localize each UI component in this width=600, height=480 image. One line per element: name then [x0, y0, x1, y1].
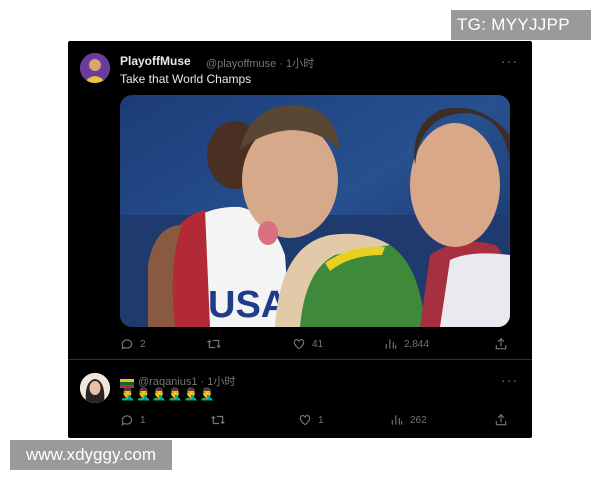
reply-button[interactable]: 2	[120, 337, 146, 351]
reply-views-button[interactable]: 262	[390, 413, 427, 427]
thread-divider	[68, 359, 532, 360]
tweet-media-image[interactable]: USA	[120, 95, 510, 327]
reply-reply-count: 1	[140, 414, 146, 426]
author-avatar[interactable]	[80, 53, 110, 83]
reply-share-button[interactable]	[494, 413, 508, 427]
tweet-actions: 2 41 2,844	[120, 337, 516, 353]
retweet-icon	[207, 339, 221, 349]
tweet-text: Take that World Champs	[120, 72, 252, 86]
like-icon	[299, 415, 311, 426]
reply-more-icon[interactable]: ···	[501, 372, 518, 388]
views-icon	[385, 339, 397, 349]
views-icon	[391, 415, 403, 425]
reply-avatar[interactable]	[80, 373, 110, 403]
reply-count: 2	[140, 338, 146, 350]
author-name[interactable]: PlayoffMuse	[120, 54, 191, 68]
more-icon[interactable]: ···	[501, 53, 518, 69]
watermark-bottom: www.xdyggy.com	[10, 440, 172, 470]
share-icon	[495, 337, 507, 350]
like-button[interactable]: 41	[292, 337, 323, 351]
reply-reply-button[interactable]: 1	[120, 413, 146, 427]
reply-like-count: 1	[318, 414, 324, 426]
share-icon	[495, 413, 507, 426]
reply-retweet-button[interactable]	[210, 413, 232, 427]
retweet-button[interactable]	[206, 337, 228, 351]
reply-icon	[121, 339, 133, 350]
reply-like-button[interactable]: 1	[298, 413, 324, 427]
retweet-icon	[211, 415, 225, 425]
reply-icon	[121, 415, 133, 426]
tweet-thread: PlayoffMuse @playoffmuse · 1小时 ··· Take …	[68, 41, 532, 438]
reply-views-count: 262	[410, 414, 427, 426]
views-count: 2,844	[404, 338, 430, 350]
reply-actions: 1 1 262	[120, 413, 516, 429]
views-button[interactable]: 2,844	[384, 337, 429, 351]
like-count: 41	[312, 338, 324, 350]
reply-text: 🤦‍♂️🤦‍♂️🤦‍♂️🤦‍♂️🤦‍♂️🤦‍♂️	[120, 387, 216, 401]
author-handle-time[interactable]: @playoffmuse · 1小时	[206, 55, 314, 71]
share-button[interactable]	[494, 337, 508, 351]
lithuania-flag-icon	[120, 375, 134, 388]
like-icon	[293, 339, 305, 350]
watermark-top: TG: MYYJJPP	[451, 10, 591, 40]
